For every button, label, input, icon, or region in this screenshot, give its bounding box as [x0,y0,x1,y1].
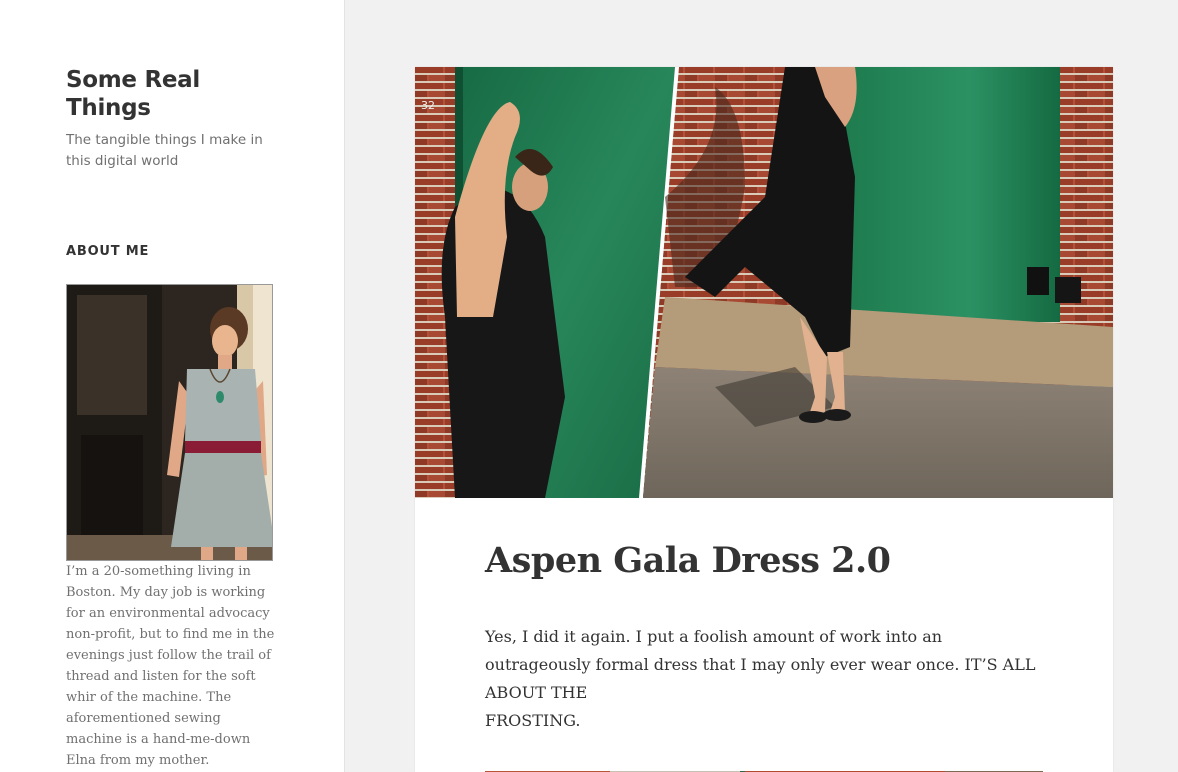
site-description: The tangible things I make in this digit… [66,132,263,169]
post-inline-image [485,764,1043,772]
post-content: Yes, I did it again. I put a foolish amo… [485,623,1045,735]
about-me-text: I’m a 20-something living in Boston. My … [66,564,275,768]
site-title[interactable]: Some Real Things [66,66,286,122]
sidebar: Some Real Things The tangible things I m… [0,0,345,772]
post-paragraph-line: Yes, I did it again. I put a foolish amo… [485,627,943,646]
post-paragraph-line: FROSTING. [485,711,581,730]
widget-title: ABOUT ME [66,244,150,259]
about-me-photo [66,284,273,561]
svg-text:32: 32 [421,99,435,112]
post-title[interactable]: Aspen Gala Dress 2.0 [485,539,891,583]
post-paragraph-line: ABOUT THE [485,683,588,702]
post-article: 32 Aspen Gala Dress 2.0 Yes, I did it ag… [415,67,1113,772]
hero-right-panel [643,67,1113,498]
post-paragraph-line: outrageously formal dress that I may onl… [485,655,1036,674]
post-featured-image[interactable]: 32 [415,67,1113,498]
hero-left-panel: 32 [415,67,675,498]
